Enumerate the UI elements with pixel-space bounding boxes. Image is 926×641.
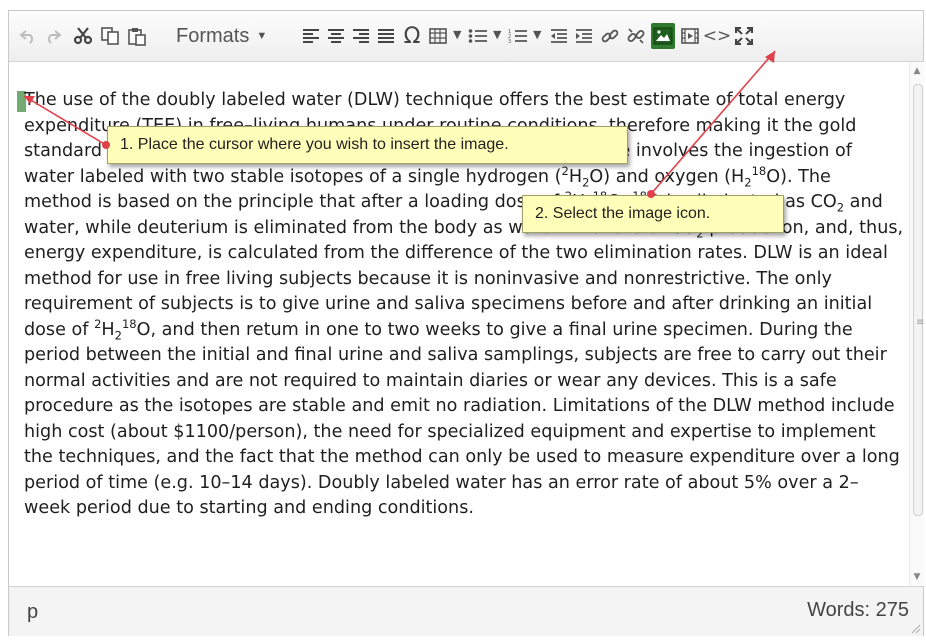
- indent-icon[interactable]: [573, 23, 595, 49]
- copy-icon[interactable]: [98, 23, 122, 49]
- svg-text:3: 3: [508, 39, 511, 44]
- outdent-icon[interactable]: [548, 23, 570, 49]
- cut-icon[interactable]: [71, 23, 95, 49]
- unlink-icon[interactable]: [625, 23, 647, 49]
- rich-text-editor: Formats ▼ Ω ▼ ▼ 123 ▼ <> The use of the …: [8, 10, 924, 636]
- editor-toolbar: Formats ▼ Ω ▼ ▼ 123 ▼ <>: [9, 11, 923, 62]
- link-icon[interactable]: [599, 23, 621, 49]
- word-count: Words: 275: [807, 599, 909, 621]
- scroll-up-arrow-icon[interactable]: ▲: [910, 66, 924, 76]
- scrollbar-thumb[interactable]: ≡: [913, 84, 925, 516]
- callout-step-1-text: 1. Place the cursor where you wish to in…: [120, 136, 509, 153]
- scrollbar-grip-icon: ≡: [916, 317, 925, 328]
- chevron-down-icon: ▼: [256, 30, 268, 42]
- undo-icon[interactable]: [17, 23, 39, 49]
- source-code-icon[interactable]: <>: [703, 23, 732, 49]
- bullet-list-icon[interactable]: [467, 23, 489, 49]
- align-right-icon[interactable]: [350, 23, 372, 49]
- fullscreen-icon[interactable]: [733, 23, 755, 49]
- resize-handle-icon[interactable]: [911, 624, 921, 634]
- align-left-icon[interactable]: [300, 23, 322, 49]
- redo-icon[interactable]: [42, 23, 64, 49]
- media-icon[interactable]: [679, 23, 701, 49]
- callout-step-2-text: 2. Select the image icon.: [535, 205, 711, 222]
- justify-icon[interactable]: [375, 23, 397, 49]
- numbered-list-icon[interactable]: 123: [507, 23, 529, 49]
- paste-icon[interactable]: [125, 23, 149, 49]
- formats-label: Formats: [176, 24, 250, 47]
- table-icon[interactable]: [427, 23, 449, 49]
- callout-step-1: 1. Place the cursor where you wish to in…: [107, 126, 628, 164]
- align-center-icon[interactable]: [325, 23, 347, 49]
- callout-step-2: 2. Select the image icon.: [522, 195, 784, 233]
- element-path[interactable]: p: [27, 601, 38, 624]
- formats-dropdown[interactable]: Formats ▼: [176, 23, 267, 49]
- bullet-list-chevron-icon[interactable]: ▼: [493, 28, 501, 41]
- table-chevron-icon[interactable]: ▼: [453, 28, 461, 41]
- vertical-scrollbar[interactable]: ▲ ≡ ▼: [909, 62, 924, 586]
- numbered-list-chevron-icon[interactable]: ▼: [533, 28, 541, 41]
- special-character-icon[interactable]: Ω: [400, 23, 424, 49]
- editor-statusbar: p Words: 275: [9, 586, 923, 636]
- image-icon[interactable]: [651, 23, 675, 49]
- scroll-down-arrow-icon[interactable]: ▼: [910, 572, 924, 582]
